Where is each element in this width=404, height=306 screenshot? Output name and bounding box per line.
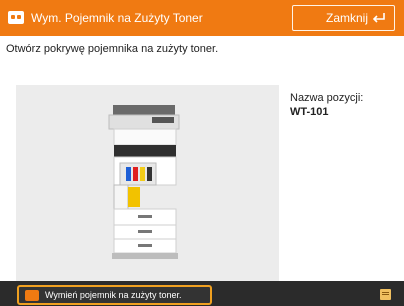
item-name-label: Nazwa pozycji: bbox=[290, 92, 364, 104]
illustration-panel bbox=[16, 85, 279, 281]
status-message-text: Wymień pojemnik na zużyty toner. bbox=[45, 290, 182, 300]
item-name-value: WT-101 bbox=[290, 106, 329, 118]
status-log-icon[interactable] bbox=[380, 289, 391, 300]
close-button[interactable]: Zamknij bbox=[292, 5, 395, 31]
close-button-label: Zamknij bbox=[326, 11, 369, 25]
status-message[interactable]: Wymień pojemnik na zużyty toner. bbox=[17, 285, 212, 305]
toner-warning-icon bbox=[25, 290, 39, 301]
dialog-title: Wym. Pojemnik na Zużyty Toner bbox=[31, 11, 203, 25]
dialog-header: Wym. Pojemnik na Zużyty Toner Zamknij bbox=[0, 0, 404, 36]
return-arrow-icon bbox=[372, 13, 385, 23]
printer-illustration bbox=[108, 105, 180, 259]
toner-warning-icon bbox=[8, 11, 24, 24]
instruction-text: Otwórz pokrywę pojemnika na zużyty toner… bbox=[6, 43, 219, 55]
